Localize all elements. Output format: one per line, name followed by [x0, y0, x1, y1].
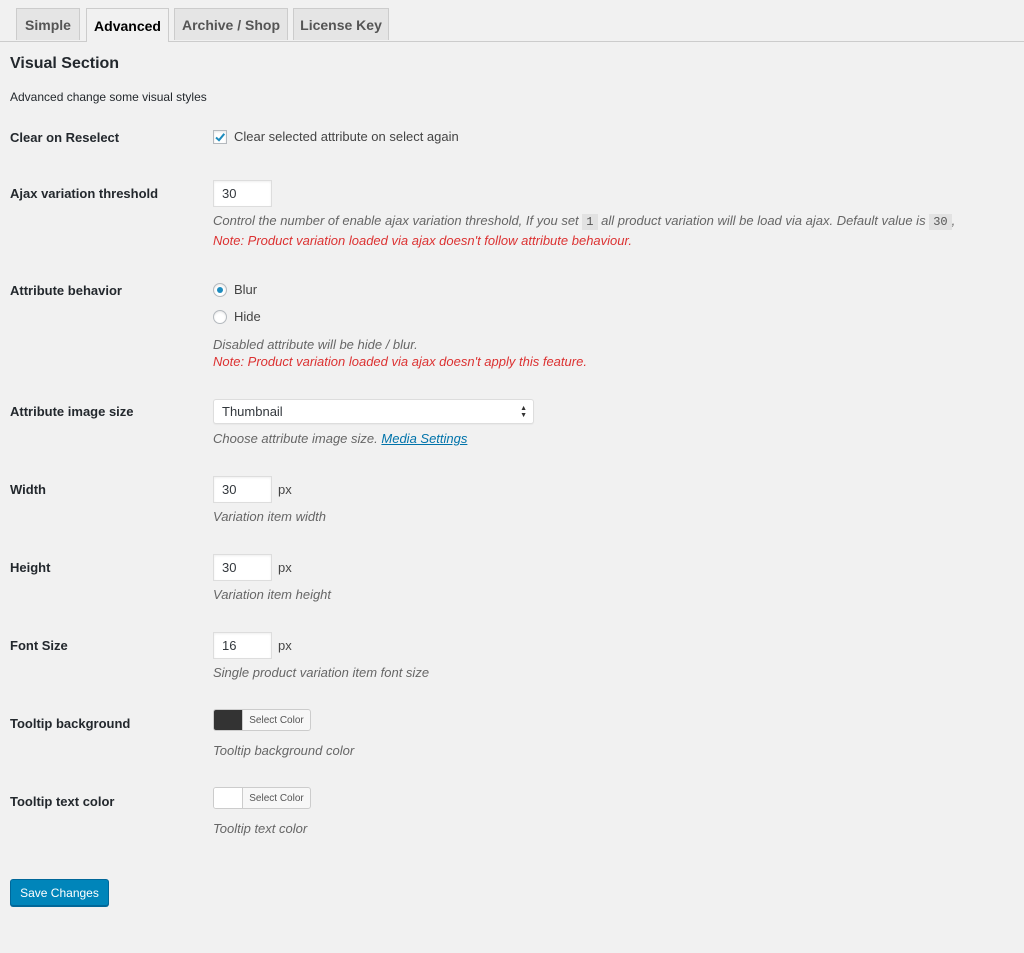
font-size-input[interactable] [213, 632, 272, 659]
attribute-behavior-note: Note: Product variation loaded via ajax … [213, 354, 587, 369]
image-size-label: Attribute image size [10, 404, 134, 419]
ajax-threshold-input[interactable] [213, 180, 272, 207]
clear-on-reselect-field: Clear selected attribute on select again [213, 129, 459, 144]
font-size-field: px [213, 632, 292, 659]
ajax-code-1: 1 [582, 214, 598, 230]
ajax-threshold-label: Ajax variation threshold [10, 186, 159, 201]
tab-archive-shop[interactable]: Archive / Shop [174, 8, 288, 40]
clear-on-reselect-label: Clear on Reselect [10, 130, 120, 145]
image-size-description: Choose attribute image size. Media Setti… [213, 431, 467, 446]
attribute-behavior-description: Disabled attribute will be hide / blur. [213, 337, 418, 352]
attribute-behavior-label: Attribute behavior [10, 283, 122, 298]
tooltip-text-select-color-button[interactable]: Select Color [243, 788, 310, 808]
font-size-unit: px [278, 638, 292, 653]
radio-blur-option[interactable]: Blur [213, 282, 257, 297]
width-input[interactable] [213, 476, 272, 503]
width-label: Width [10, 482, 46, 497]
ajax-threshold-note: Note: Product variation loaded via ajax … [213, 233, 632, 248]
ajax-desc-part1: Control the number of enable ajax variat… [213, 213, 579, 228]
image-size-desc-text: Choose attribute image size. [213, 431, 378, 446]
radio-hide-option[interactable]: Hide [213, 309, 261, 324]
font-size-description: Single product variation item font size [213, 665, 430, 680]
radio-selected-dot [217, 286, 223, 293]
ajax-desc-part3: , [951, 213, 956, 228]
checkmark-icon [215, 132, 226, 142]
height-description: Variation item height [213, 587, 332, 602]
tooltip-bg-description: Tooltip background color [213, 743, 355, 758]
section-title: Visual Section [10, 55, 120, 72]
clear-on-reselect-text: Clear selected attribute on select again [234, 129, 459, 144]
height-unit: px [278, 560, 292, 575]
radio-hide-label: Hide [234, 309, 261, 324]
ajax-threshold-description: Control the number of enable ajax variat… [213, 213, 956, 230]
tooltip-text-swatch [214, 788, 243, 808]
tooltip-bg-label: Tooltip background [10, 716, 131, 731]
height-label: Height [10, 560, 51, 575]
image-size-select[interactable]: Thumbnail ▲ ▼ [213, 399, 534, 424]
ajax-desc-part2: all product variation will be load via a… [601, 213, 926, 228]
tooltip-text-color-picker[interactable]: Select Color [213, 787, 311, 809]
tooltip-text-description: Tooltip text color [213, 821, 308, 836]
tooltip-text-label: Tooltip text color [10, 794, 115, 809]
clear-on-reselect-checkbox[interactable] [213, 129, 227, 144]
select-arrows-icon: ▲ ▼ [520, 404, 527, 419]
radio-blur[interactable] [213, 282, 227, 297]
tooltip-bg-color-picker[interactable]: Select Color [213, 709, 311, 731]
width-description: Variation item width [213, 509, 326, 524]
font-size-label: Font Size [10, 638, 68, 653]
width-unit: px [278, 482, 292, 497]
save-changes-button[interactable]: Save Changes [10, 879, 109, 906]
media-settings-link[interactable]: Media Settings [381, 431, 467, 446]
ajax-code-30: 30 [929, 214, 952, 230]
tooltip-bg-select-color-button[interactable]: Select Color [243, 710, 310, 730]
image-size-selected: Thumbnail [222, 404, 283, 419]
height-field: px [213, 554, 292, 581]
tab-license-key[interactable]: License Key [293, 8, 389, 40]
tab-simple[interactable]: Simple [16, 8, 80, 40]
settings-tabs: Simple Advanced Archive / Shop License K… [0, 0, 1024, 42]
tab-advanced[interactable]: Advanced [86, 8, 169, 42]
tooltip-bg-swatch [214, 710, 243, 730]
height-input[interactable] [213, 554, 272, 581]
radio-blur-label: Blur [234, 282, 258, 297]
section-description: Advanced change some visual styles [10, 90, 207, 104]
width-field: px [213, 476, 292, 503]
radio-hide[interactable] [213, 309, 227, 324]
